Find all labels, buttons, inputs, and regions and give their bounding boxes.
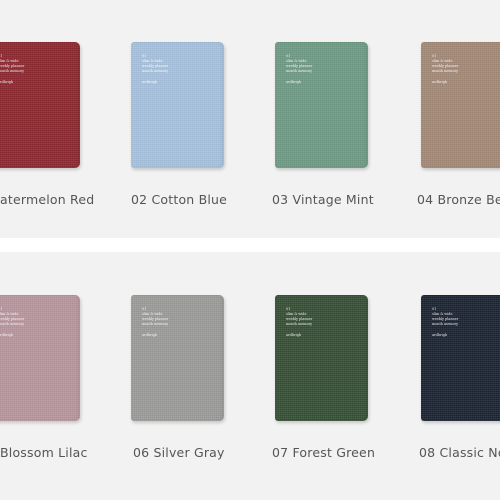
product-card-cotton-blue[interactable]: 01 slim & wide weekly planner month memory a…	[131, 42, 224, 168]
cover-line: ardbrigh	[286, 333, 302, 337]
cover-line: ardbrigh	[286, 80, 302, 84]
cover-line: month memory	[286, 322, 313, 326]
cover-line: month memory	[142, 69, 169, 73]
product-label-blossom-lilac: Blossom Lilac	[0, 445, 88, 460]
cover-print: 01slim & wideweekly plannermonth memorya…	[286, 307, 312, 338]
product-card-forest-green[interactable]: 01 slim & wide weekly planner month memory a…	[275, 295, 368, 421]
product-label-vintage-mint: 03 Vintage Mint	[272, 192, 374, 207]
product-label-watermelon-red: atermelon Red	[0, 192, 95, 207]
product-card-silver-gray[interactable]: 01 slim & wide weekly planner month memory a…	[131, 295, 224, 421]
cover-line: ardbrigh	[0, 80, 14, 84]
product-card-vintage-mint[interactable]: 01 slim & wide weekly planner month memory a…	[275, 42, 368, 168]
product-card-bronze-beige[interactable]: 01 slim & wide weekly planner month memory a…	[421, 42, 500, 168]
cover-line: ardbrigh	[0, 333, 14, 337]
cover-print: 01slim & wideweekly plannermonth memorya…	[0, 307, 24, 338]
cover-print: 01slim & wideweekly plannermonth memorya…	[286, 54, 312, 85]
product-label-silver-gray: 06 Silver Gray	[133, 445, 225, 460]
cover-line: month memory	[142, 322, 169, 326]
cover-print: 01slim & wideweekly plannermonth memorya…	[0, 54, 24, 85]
product-label-cotton-blue: 02 Cotton Blue	[131, 192, 228, 207]
row-divider	[0, 238, 500, 252]
product-label-bronze-beige: 04 Bronze Be	[417, 192, 500, 207]
cover-print: 01slim & wideweekly plannermonth memorya…	[142, 54, 168, 85]
cover-line: ardbrigh	[142, 80, 158, 84]
cover-print: 01slim & wideweekly plannermonth memorya…	[432, 54, 458, 85]
cover-line: month memory	[0, 322, 25, 326]
cover-line: month memory	[286, 69, 313, 73]
cover-print: 01slim & wideweekly plannermonth memorya…	[142, 307, 168, 338]
product-card-blossom-lilac[interactable]: 01slim & wideweekly plannermonth memorya…	[0, 295, 80, 421]
cover-line: ardbrigh	[432, 333, 448, 337]
product-card-watermelon-red[interactable]: 01slim & wideweekly plannermonth memorya…	[0, 42, 80, 168]
cover-line: month memory	[0, 69, 25, 73]
product-label-forest-green: 07 Forest Green	[272, 445, 376, 460]
cover-line: ardbrigh	[142, 333, 158, 337]
cover-line: month memory	[432, 69, 459, 73]
product-label-classic-navy: 08 Classic No	[419, 445, 500, 460]
cover-line: month memory	[432, 322, 459, 326]
product-card-classic-navy[interactable]: 01 slim & wide weekly planner month memory a…	[421, 295, 500, 421]
cover-line: ardbrigh	[432, 80, 448, 84]
cover-print: 01slim & wideweekly plannermonth memorya…	[432, 307, 458, 338]
